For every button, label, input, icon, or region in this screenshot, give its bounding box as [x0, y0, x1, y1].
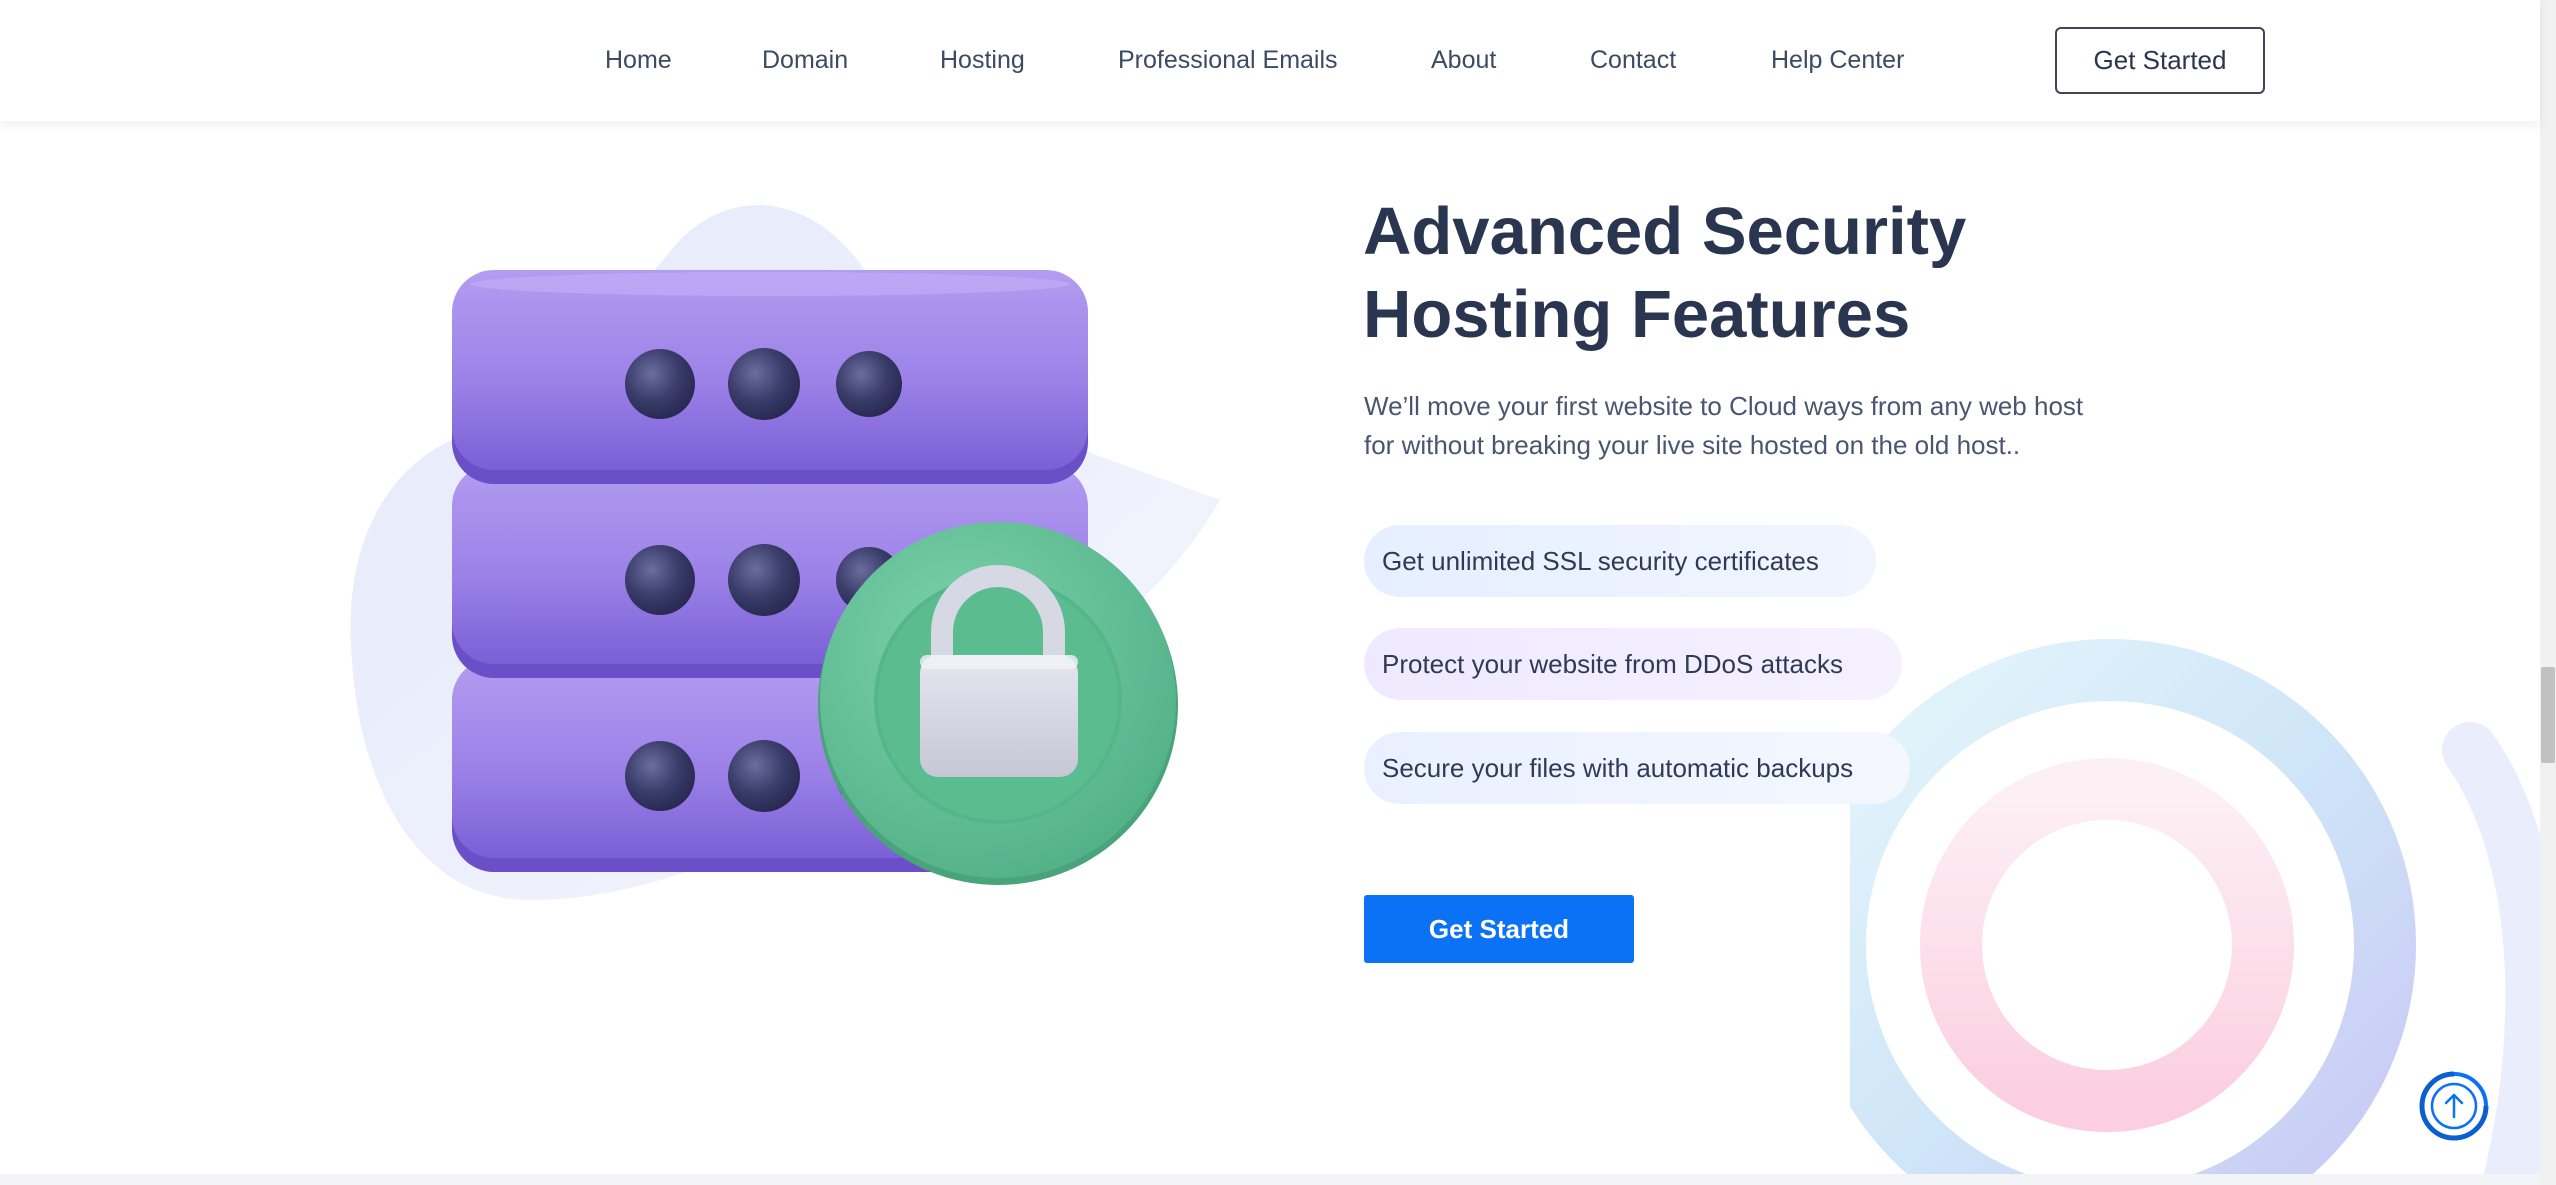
section-title: Advanced Security Hosting Features	[1363, 190, 2263, 356]
nav-home[interactable]: Home	[605, 44, 672, 76]
scrollbar-track[interactable]	[2540, 0, 2556, 1185]
section-description-line-1: We’ll move your first website to Cloud w…	[1364, 391, 2084, 421]
arrow-up-icon	[2419, 1071, 2489, 1141]
nav-about[interactable]: About	[1431, 44, 1496, 76]
site-header: Home Domain Hosting Professional Emails …	[0, 0, 2540, 121]
get-started-button[interactable]: Get Started	[1364, 895, 1634, 963]
back-to-top-button[interactable]	[2419, 1071, 2489, 1141]
next-section-edge	[0, 1174, 2540, 1185]
nav-help-center[interactable]: Help Center	[1771, 44, 1904, 76]
lock-badge	[818, 522, 1178, 885]
server-lock-icon	[350, 205, 1220, 900]
feature-ddos: Protect your website from DDoS attacks	[1364, 628, 1902, 700]
feature-ssl: Get unlimited SSL security certificates	[1364, 525, 1876, 597]
nav-contact[interactable]: Contact	[1590, 44, 1676, 76]
nav-professional-emails[interactable]: Professional Emails	[1118, 44, 1338, 76]
nav-hosting[interactable]: Hosting	[940, 44, 1025, 76]
section-title-line-2: Hosting Features	[1363, 277, 1911, 352]
scrollbar-thumb[interactable]	[2541, 667, 2555, 763]
feature-backups: Secure your files with automatic backups	[1364, 732, 1910, 804]
header-get-started-button[interactable]: Get Started	[2055, 27, 2265, 94]
section-title-line-1: Advanced Security	[1363, 194, 1967, 269]
nav-domain[interactable]: Domain	[762, 44, 848, 76]
section-description: We’ll move your first website to Cloud w…	[1364, 387, 2124, 465]
section-description-line-2: for without breaking your live site host…	[1364, 430, 2021, 460]
server-lock-illustration	[330, 200, 1250, 920]
